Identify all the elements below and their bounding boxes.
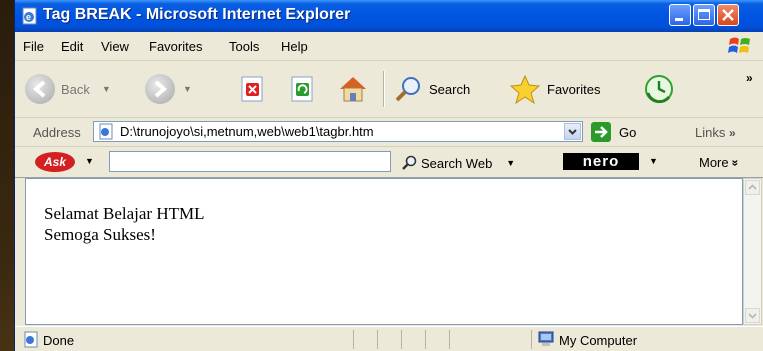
- favorites-star-icon: [509, 74, 541, 104]
- windows-logo-icon: [728, 37, 750, 53]
- security-zone-label: My Computer: [559, 333, 638, 348]
- search-web-dropdown-icon: ▼: [506, 158, 516, 168]
- page-content[interactable]: Selamat Belajar HTML Semoga Sukses!: [25, 178, 743, 325]
- status-pane-divider: [377, 330, 378, 349]
- refresh-button[interactable]: [289, 69, 317, 109]
- standard-toolbar: Back ▼ ▼ Search Favorites »: [15, 61, 763, 118]
- more-button[interactable]: More »: [699, 155, 743, 170]
- scroll-down-button[interactable]: [745, 308, 760, 323]
- toolbar-chevron[interactable]: »: [746, 71, 753, 85]
- menu-file[interactable]: File: [23, 39, 44, 54]
- close-button[interactable]: [717, 4, 739, 26]
- address-value: D:\trunojoyo\si,metnum,web\web1\tagbr.ht…: [120, 124, 374, 139]
- links-button[interactable]: Links »: [695, 125, 736, 140]
- scroll-up-button[interactable]: [745, 180, 760, 195]
- go-label[interactable]: Go: [619, 125, 636, 140]
- status-pane-divider: [531, 330, 532, 349]
- search-label: Search: [429, 81, 471, 97]
- address-bar: Address D:\trunojoyo\si,metnum,web\web1\…: [15, 118, 763, 147]
- back-arrow-icon: [25, 74, 55, 104]
- more-chevron: »: [728, 159, 743, 167]
- history-icon: [645, 75, 673, 104]
- favorites-button[interactable]: Favorites: [509, 69, 600, 109]
- search-icon: [395, 77, 420, 102]
- menu-view[interactable]: View: [101, 39, 129, 54]
- refresh-icon: [291, 76, 313, 102]
- nero-dropdown-icon[interactable]: ▼: [649, 156, 658, 166]
- menu-edit[interactable]: Edit: [61, 39, 83, 54]
- status-pane-divider: [425, 330, 426, 349]
- chevron-down-icon: [748, 313, 757, 319]
- ask-search-input[interactable]: [109, 151, 391, 172]
- stop-icon: [241, 76, 263, 102]
- chevron-up-icon: [748, 184, 757, 190]
- back-label: Back: [61, 81, 90, 97]
- title-bar[interactable]: e Tag BREAK - Microsoft Internet Explore…: [15, 0, 763, 32]
- content-line: Selamat Belajar HTML: [44, 204, 205, 223]
- status-bar: Done My Computer: [15, 326, 763, 351]
- menu-help[interactable]: Help: [281, 39, 308, 54]
- history-button[interactable]: [643, 69, 675, 109]
- maximize-button[interactable]: [693, 4, 715, 26]
- favorites-label: Favorites: [547, 81, 601, 97]
- search-web-button[interactable]: Search Web ▼: [401, 155, 515, 171]
- forward-arrow-icon: [145, 74, 175, 104]
- status-pane-divider: [449, 330, 450, 349]
- forward-button[interactable]: ▼: [145, 69, 192, 109]
- menu-bar: File Edit View Favorites Tools Help: [15, 32, 763, 61]
- forward-dropdown-icon[interactable]: ▼: [183, 84, 192, 94]
- ask-toolbar: Ask ▼ Search Web ▼ nero ▼ More »: [15, 147, 763, 178]
- search-button[interactable]: Search: [393, 69, 470, 109]
- address-input[interactable]: D:\trunojoyo\si,metnum,web\web1\tagbr.ht…: [93, 121, 583, 142]
- back-dropdown-icon[interactable]: ▼: [102, 84, 111, 94]
- menu-tools[interactable]: Tools: [229, 39, 259, 54]
- page-icon: [99, 123, 113, 140]
- links-label: Links: [695, 125, 726, 140]
- menu-favorites[interactable]: Favorites: [149, 39, 202, 54]
- my-computer-icon: [538, 331, 554, 346]
- stop-button[interactable]: [239, 69, 267, 109]
- back-button[interactable]: Back ▼: [25, 69, 111, 109]
- window-title: Tag BREAK - Microsoft Internet Explorer: [43, 6, 351, 23]
- ie-page-icon: e: [22, 7, 37, 25]
- ask-dropdown-icon[interactable]: ▼: [85, 156, 94, 166]
- go-arrow-icon: [595, 126, 608, 138]
- minimize-button[interactable]: [669, 4, 691, 26]
- status-pane-divider: [401, 330, 402, 349]
- chevron-down-icon: [568, 129, 577, 135]
- home-icon: [340, 77, 366, 102]
- status-text: Done: [43, 333, 75, 348]
- home-button[interactable]: [337, 69, 369, 109]
- svg-text:e: e: [26, 12, 31, 22]
- content-line: Semoga Sukses!: [44, 225, 156, 244]
- address-label: Address: [33, 125, 81, 140]
- search-web-label: Search Web: [421, 155, 493, 171]
- go-button[interactable]: [591, 122, 611, 142]
- nero-logo[interactable]: nero: [563, 153, 639, 170]
- toolbar-separator: [383, 71, 385, 107]
- browser-window: e Tag BREAK - Microsoft Internet Explore…: [14, 0, 763, 351]
- more-label: More: [699, 155, 729, 170]
- ask-logo[interactable]: Ask: [35, 152, 75, 172]
- ie-page-icon: [24, 331, 38, 348]
- magnifier-icon: [402, 155, 417, 170]
- close-icon: [722, 9, 734, 21]
- address-dropdown-button[interactable]: [564, 123, 581, 140]
- vertical-scrollbar[interactable]: [743, 178, 762, 325]
- status-pane-divider: [353, 330, 354, 349]
- links-chevron: »: [728, 126, 736, 140]
- content-body: Selamat Belajar HTML Semoga Sukses!: [44, 203, 205, 245]
